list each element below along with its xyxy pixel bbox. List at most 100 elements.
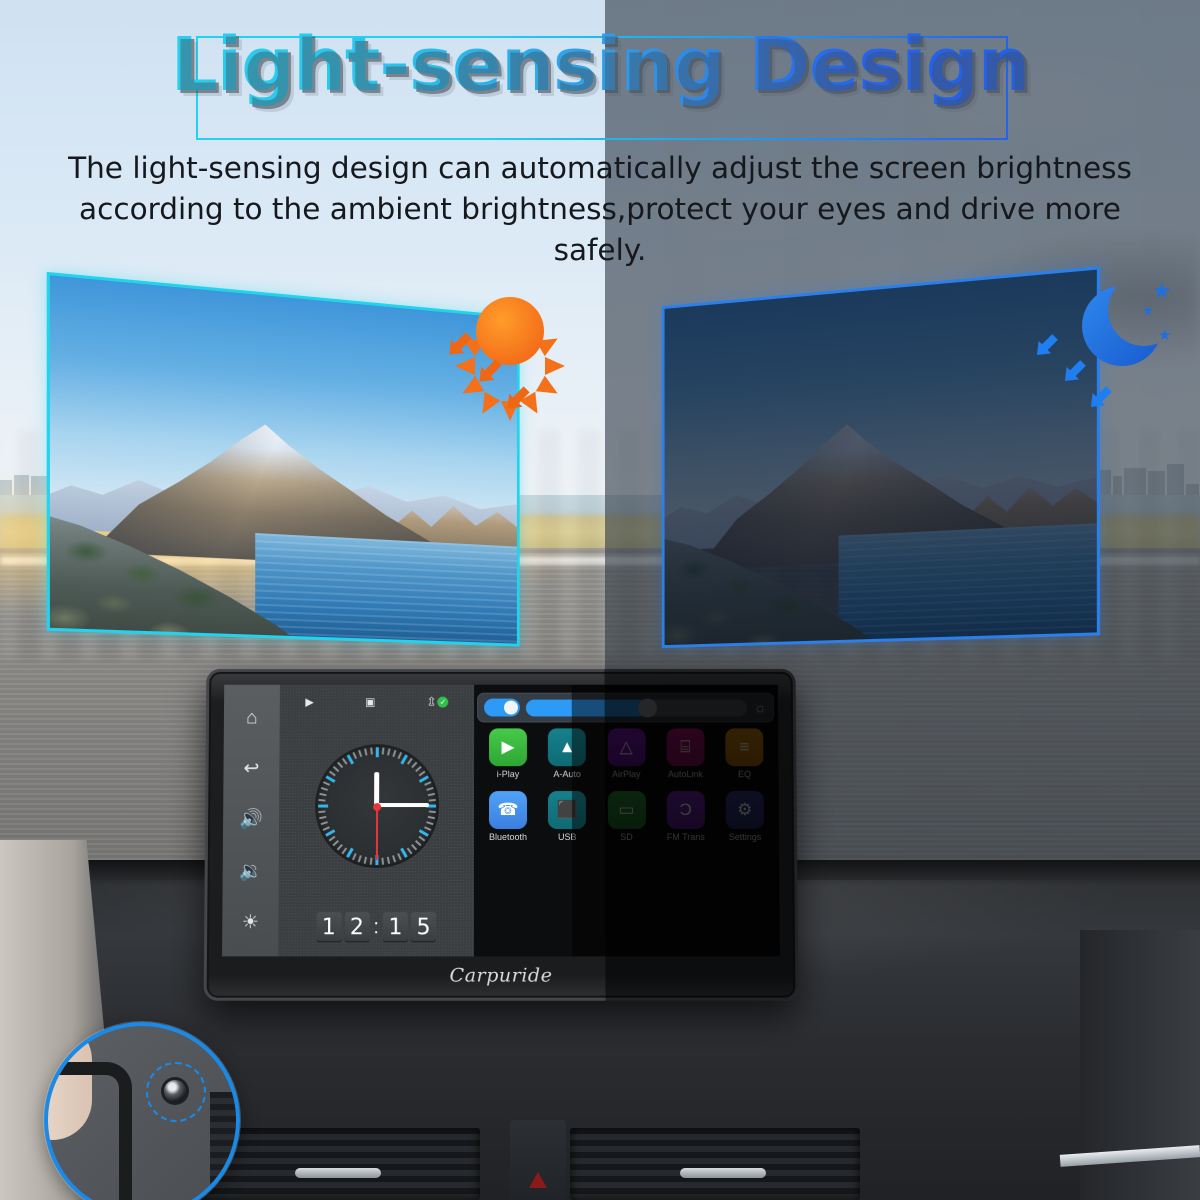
clock-tick bbox=[418, 836, 425, 842]
app-sd[interactable]: ▭ SD bbox=[600, 791, 652, 842]
app-autolink[interactable]: ⌸ AutoLink bbox=[659, 728, 711, 779]
air-vent-right bbox=[570, 1128, 860, 1200]
app-airplay[interactable]: △ AirPlay bbox=[600, 728, 652, 779]
app-settings[interactable]: ⚙ Settings bbox=[719, 791, 771, 842]
clock-tick bbox=[418, 771, 425, 777]
slider-fill bbox=[526, 699, 648, 716]
clock-tick bbox=[358, 750, 362, 757]
android-auto-icon[interactable]: ▲ bbox=[548, 728, 586, 766]
app-label: AutoLink bbox=[659, 770, 711, 779]
clock-pane: ▶ ▣ ⇫ ✓ 1 2 : 1 5 bbox=[278, 685, 474, 957]
usb-icon[interactable]: ⬛ bbox=[548, 791, 586, 829]
star-icon: ★ bbox=[1142, 304, 1154, 317]
clock-tick bbox=[332, 840, 339, 846]
brightness-slider[interactable] bbox=[526, 699, 747, 716]
sun-ray bbox=[545, 357, 565, 375]
clock-tick bbox=[386, 857, 389, 864]
status-icon-media-card: ▣ bbox=[365, 695, 375, 708]
clock-tick bbox=[319, 816, 326, 819]
vent-knob-left[interactable] bbox=[295, 1168, 381, 1178]
clock-tick bbox=[426, 787, 433, 791]
sidebar-item-back[interactable]: ↩ bbox=[243, 759, 259, 778]
clock-tick bbox=[318, 805, 328, 808]
star-icon: ★ bbox=[1158, 328, 1171, 343]
clock-tick bbox=[414, 840, 421, 846]
slider-knob[interactable] bbox=[638, 698, 657, 717]
auto-brightness-toggle[interactable] bbox=[484, 699, 520, 717]
moonlight-arrow-icon bbox=[1084, 382, 1116, 419]
clock-tick bbox=[328, 771, 335, 777]
sidebar-item-volume-down[interactable]: 🔉 bbox=[239, 862, 263, 881]
clock-tick bbox=[341, 847, 347, 854]
app-eq[interactable]: ≡ EQ bbox=[718, 728, 770, 779]
clock-tick bbox=[364, 748, 367, 755]
brightness-icon: ☼ bbox=[753, 699, 767, 716]
clock-second-hand bbox=[375, 806, 377, 860]
clock-center-pin bbox=[373, 803, 381, 811]
app-row: ☎ Bluetooth ⬛ USB ▭ SD Ɔ FM Trans ⚙ Settings bbox=[482, 791, 771, 842]
air-vent-left bbox=[200, 1128, 480, 1200]
clock-tick bbox=[320, 821, 327, 825]
device-sidebar[interactable]: ⌂ ↩ 🔊 🔉 ☀ bbox=[222, 685, 280, 957]
clock-tick bbox=[341, 758, 347, 765]
app-label: Settings bbox=[719, 833, 771, 842]
airplay-icon[interactable]: △ bbox=[607, 728, 645, 766]
light-sensor-icon bbox=[164, 1080, 186, 1102]
clock-tick bbox=[387, 748, 390, 755]
app-label: Bluetooth bbox=[482, 833, 534, 842]
analog-clock bbox=[314, 744, 438, 868]
phone-usb-icon[interactable]: ⌸ bbox=[666, 728, 704, 766]
hazard-light-button[interactable] bbox=[510, 1120, 566, 1200]
clock-tick bbox=[411, 762, 417, 769]
device-frame-corner bbox=[54, 1062, 132, 1200]
digit-hour-ones: 2 bbox=[344, 912, 369, 942]
clock-tick bbox=[337, 762, 343, 769]
clock-tick bbox=[424, 826, 431, 831]
app-label: AirPlay bbox=[600, 770, 652, 779]
sidebar-item-home[interactable]: ⌂ bbox=[246, 709, 258, 728]
clock-tick bbox=[318, 799, 325, 802]
app-bluetooth[interactable]: ☎ Bluetooth bbox=[482, 791, 534, 842]
clock-tick bbox=[322, 826, 329, 831]
radio-tower-icon[interactable]: Ɔ bbox=[667, 791, 705, 829]
clock-tick bbox=[411, 844, 417, 851]
clock-tick bbox=[352, 752, 357, 759]
clock-tick bbox=[328, 836, 335, 842]
dim-overlay bbox=[665, 270, 1097, 646]
app-i-play[interactable]: ▶ i-Play bbox=[482, 728, 534, 779]
digit-minute-ones: 5 bbox=[411, 912, 436, 942]
brightness-control-bar[interactable]: ☼ bbox=[477, 693, 774, 723]
clock-tick bbox=[427, 793, 434, 796]
clock-tick bbox=[351, 853, 356, 860]
gear-icon[interactable]: ⚙ bbox=[726, 791, 764, 829]
app-usb[interactable]: ⬛ USB bbox=[541, 791, 593, 842]
digital-clock: 1 2 : 1 5 bbox=[316, 912, 436, 942]
device-screen[interactable]: ⌂ ↩ 🔊 🔉 ☀ ▶ ▣ ⇫ ✓ 1 2 : 1 5 ▶ i-Play ▲ A-Auto △ AirP… bbox=[222, 685, 780, 957]
app-label: EQ bbox=[719, 770, 771, 779]
clock-tick bbox=[369, 858, 372, 865]
moon-icon: ★ ★ ★ bbox=[1078, 278, 1178, 383]
clock-tick bbox=[424, 781, 431, 786]
clock-tick bbox=[381, 747, 384, 754]
app-a-auto[interactable]: ▲ A-Auto bbox=[541, 728, 593, 779]
digit-separator: : bbox=[372, 916, 380, 939]
sidebar-item-brightness[interactable]: ☀ bbox=[242, 913, 259, 932]
status-icon-play: ▶ bbox=[305, 695, 314, 708]
sunlight-arrow-icon bbox=[500, 382, 534, 421]
play-circle-icon[interactable]: ▶ bbox=[489, 728, 527, 766]
carpuride-head-unit[interactable]: ⌂ ↩ 🔊 🔉 ☀ ▶ ▣ ⇫ ✓ 1 2 : 1 5 ▶ i-Play ▲ A-Auto △ AirP… bbox=[204, 669, 799, 1001]
clock-tick bbox=[406, 847, 412, 854]
sidebar-item-volume-up[interactable]: 🔊 bbox=[239, 810, 263, 829]
sd-card-icon[interactable]: ▭ bbox=[607, 791, 645, 829]
equalizer-icon[interactable]: ≡ bbox=[725, 728, 763, 766]
vent-knob-right[interactable] bbox=[680, 1168, 766, 1178]
device-statusbar: ▶ ▣ ⇫ ✓ bbox=[280, 691, 474, 713]
digit-hour-tens: 1 bbox=[316, 912, 341, 942]
clock-tick bbox=[397, 853, 402, 860]
bluetooth-phone-icon[interactable]: ☎ bbox=[489, 791, 527, 829]
app-grid[interactable]: ▶ i-Play ▲ A-Auto △ AirPlay ⌸ AutoLink ≡ EQ ☎ Bluet… bbox=[474, 685, 780, 957]
clock-tick bbox=[428, 810, 435, 813]
app-fm-trans[interactable]: Ɔ FM Trans bbox=[660, 791, 712, 842]
app-label: USB bbox=[541, 833, 593, 842]
page-subtitle: The light-sensing design can automatical… bbox=[60, 148, 1140, 271]
